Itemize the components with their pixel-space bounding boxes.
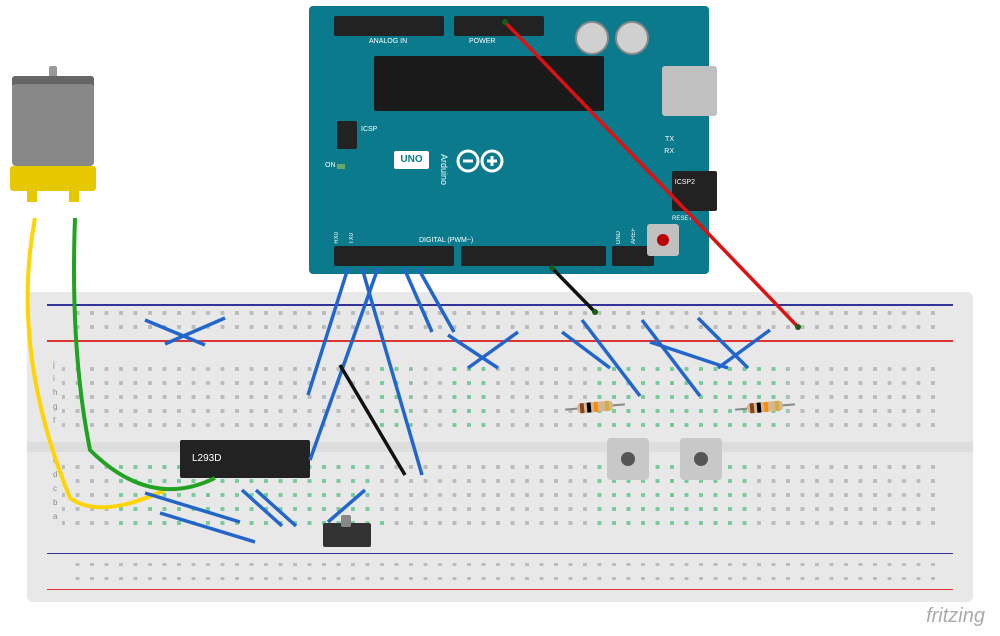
arduino-uno-board: ANALOG IN POWER DIGITAL (PWM~) ICSP Ardu… xyxy=(309,6,709,274)
motor-terminal-2 xyxy=(69,190,79,202)
on-led xyxy=(337,164,345,169)
capacitor-2 xyxy=(615,21,649,55)
slide-switch xyxy=(323,523,371,547)
icsp2-label: ICSP2 xyxy=(675,179,695,186)
power-header xyxy=(454,16,544,36)
tx-label: TX xyxy=(665,136,674,143)
capacitor-1 xyxy=(575,21,609,55)
watermark: fritzing xyxy=(926,605,985,628)
icsp-label: ICSP xyxy=(361,126,377,133)
power-label: POWER xyxy=(469,38,495,45)
pushbutton-2 xyxy=(680,438,722,480)
digital-header-1 xyxy=(334,246,454,266)
icsp-header xyxy=(337,121,357,149)
circuit-diagram: ANALOG IN POWER DIGITAL (PWM~) ICSP Ardu… xyxy=(0,0,1000,636)
usb-port xyxy=(662,66,717,116)
dc-motor xyxy=(12,84,94,166)
breadboard-holes xyxy=(27,292,973,602)
ic-label: L293D xyxy=(192,453,221,464)
breadboard: j i h g f e d c b a xyxy=(27,292,973,602)
arduino-logo xyxy=(454,146,509,176)
analog-label: ANALOG IN xyxy=(369,38,407,45)
motor-terminal-1 xyxy=(27,190,37,202)
arduino-name: Arduino xyxy=(439,154,449,185)
analog-header xyxy=(334,16,444,36)
reset-button xyxy=(647,224,679,256)
on-label: ON xyxy=(325,162,336,169)
l293d-ic: L293D xyxy=(180,440,310,478)
motor-base xyxy=(10,166,96,191)
digital-label: DIGITAL (PWM~) xyxy=(419,237,473,244)
uno-label: UNO xyxy=(394,151,429,169)
motor-body xyxy=(12,84,94,166)
pushbutton-1 xyxy=(607,438,649,480)
rx-label: RX xyxy=(664,148,674,155)
reset-label: RESET xyxy=(672,216,692,222)
digital-header-2 xyxy=(461,246,606,266)
icsp2-header xyxy=(673,191,701,209)
atmega-chip xyxy=(374,56,604,111)
